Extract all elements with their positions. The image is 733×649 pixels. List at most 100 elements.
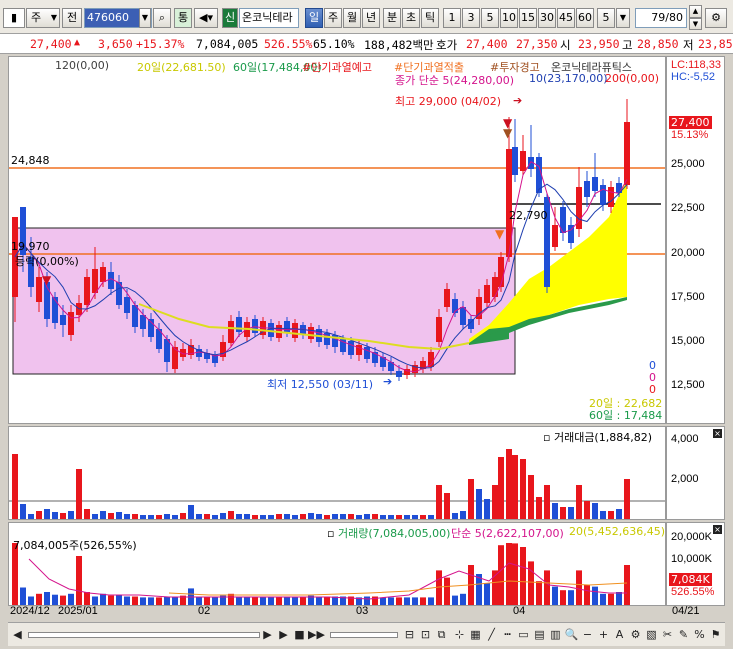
scroll-right-icon[interactable]: ▶ xyxy=(260,627,275,642)
speaker-icon[interactable]: ◀▾ xyxy=(194,8,218,28)
axis-tick: 20,000 xyxy=(671,247,705,259)
amount-bar xyxy=(372,514,378,519)
amount-bar xyxy=(348,514,354,519)
layout2-icon[interactable]: ▥ xyxy=(548,627,563,642)
plus-icon[interactable]: + xyxy=(596,627,611,642)
code-dropdown-icon[interactable]: ▼ xyxy=(139,8,151,28)
interval-custom[interactable]: 5 xyxy=(597,8,615,28)
scrollbar-track[interactable] xyxy=(28,632,260,638)
period-second[interactable]: 초 xyxy=(402,8,420,28)
interval-dropdown-icon[interactable]: ▼ xyxy=(616,8,630,28)
volume-bar xyxy=(412,597,418,605)
copy-icon[interactable]: ⧉ xyxy=(434,627,449,642)
amount-bar xyxy=(220,513,226,519)
amount-bar xyxy=(624,479,630,519)
period-month[interactable]: 월 xyxy=(343,8,361,28)
close-icon[interactable]: × xyxy=(713,525,722,534)
interval-15[interactable]: 15 xyxy=(519,8,537,28)
interval-3[interactable]: 3 xyxy=(462,8,480,28)
volume-bar xyxy=(484,583,490,605)
legend-warn1: #단기과열예고 xyxy=(302,61,372,74)
volume-panel[interactable]: ▫ 거래량(7,084,005,00) 단순 5(2,622,107,00) 2… xyxy=(8,522,666,606)
candle-body xyxy=(356,345,362,355)
volume-bar xyxy=(132,596,138,605)
high-label: 고 xyxy=(622,38,633,52)
interval-60[interactable]: 60 xyxy=(576,8,594,28)
interval-10[interactable]: 10 xyxy=(500,8,518,28)
zoom-icon[interactable]: 🔍 xyxy=(564,627,579,642)
close-icon[interactable]: × xyxy=(713,429,722,438)
candle-body xyxy=(552,225,558,247)
period-tick[interactable]: 틱 xyxy=(421,8,439,28)
amount-bar xyxy=(492,485,498,519)
scissors-icon[interactable]: ✂ xyxy=(660,627,675,642)
fast-forward-icon[interactable]: ▶▶ xyxy=(308,627,325,642)
interval-45[interactable]: 45 xyxy=(557,8,575,28)
amount-bar xyxy=(52,512,58,519)
interval-5[interactable]: 5 xyxy=(481,8,499,28)
search-icon[interactable]: ⌕ xyxy=(153,8,171,28)
amount-panel[interactable]: ▫ 거래대금(1,884,82) xyxy=(8,426,666,520)
scroll-toolbar: ◀ ▶ ▶ ■ ▶▶ ⊟ ⊡ ⧉ ⊹ ▦ ╱ ┅ ▭ ▤ ▥ 🔍 − + A ⚙… xyxy=(8,622,725,646)
volume-legend-ma20: 20(5,452,636,45) xyxy=(569,525,666,538)
count-up-icon[interactable]: ▲ xyxy=(689,5,702,18)
pattern-icon[interactable]: ▧ xyxy=(644,627,659,642)
period-week[interactable]: 주 xyxy=(324,8,342,28)
drawing-icon[interactable]: ✎ xyxy=(676,627,691,642)
window-icon[interactable]: ▭ xyxy=(516,627,531,642)
amount-bar xyxy=(452,513,458,519)
data-count-input[interactable]: 79/80 xyxy=(635,8,687,28)
play-icon[interactable]: ▶ xyxy=(276,627,291,642)
layout-icon[interactable]: ▤ xyxy=(532,627,547,642)
crosshair-icon[interactable]: ⊹ xyxy=(452,627,467,642)
amount-bar xyxy=(576,485,582,519)
amount-bar xyxy=(284,514,290,519)
amount-bar xyxy=(340,514,346,519)
percent-icon[interactable]: % xyxy=(692,627,707,642)
settings-icon[interactable]: ⚙ xyxy=(705,8,727,28)
candle-body xyxy=(624,122,630,185)
volume-bar xyxy=(536,581,542,605)
line-icon[interactable]: ╱ xyxy=(484,627,499,642)
amount-bar xyxy=(528,475,534,519)
low-note: 최저 12,550 (03/11) xyxy=(267,378,374,391)
candle-body xyxy=(236,317,242,332)
grid-icon[interactable]: ▦ xyxy=(468,627,483,642)
amount-bar xyxy=(592,503,598,519)
ma60-value: 60일 : 17,484 xyxy=(589,409,663,422)
tong-button[interactable]: 통 xyxy=(174,8,192,28)
volume-axis[interactable]: 20,000K 10,000K 7,084K 526.55% × xyxy=(666,522,725,606)
price-panel[interactable]: ▼ ▼ ▼ ▼ ➔ ➔ 120(0,00) 20일(22,681.50) 60일… xyxy=(8,56,666,424)
zoom-slider[interactable] xyxy=(330,632,398,638)
chart-type-icon[interactable]: ▮ xyxy=(3,8,25,28)
amount-axis[interactable]: 4,000 2,000 × xyxy=(666,426,725,520)
gear-icon[interactable]: ⚙ xyxy=(628,627,643,642)
prev-button[interactable]: 전 xyxy=(62,8,82,28)
volume-bar xyxy=(260,597,266,605)
ruler-icon[interactable]: ┅ xyxy=(500,627,515,642)
count-down-icon[interactable]: ▼ xyxy=(689,18,702,30)
minus-box-icon[interactable]: ⊟ xyxy=(402,627,417,642)
period-day[interactable]: 일 xyxy=(305,8,323,28)
amount-bar xyxy=(244,514,250,519)
minus-icon[interactable]: − xyxy=(580,627,595,642)
price-axis[interactable]: LC:118,33 HC:-5,52 27,400 15.13% 25,000 … xyxy=(666,56,725,424)
period-minute[interactable]: 분 xyxy=(383,8,401,28)
flag-icon[interactable]: ⚑ xyxy=(708,627,723,642)
volume-bar xyxy=(380,597,386,605)
volume-bar xyxy=(520,547,526,605)
text-tool-icon[interactable]: A xyxy=(612,627,627,642)
zoom-fit-icon[interactable]: ⊡ xyxy=(418,627,433,642)
volume-bar xyxy=(452,595,458,605)
current-volume-rate: 526.55% xyxy=(671,586,715,598)
period-year[interactable]: 년 xyxy=(362,8,380,28)
interval-1[interactable]: 1 xyxy=(443,8,461,28)
amount-bar xyxy=(156,515,162,519)
volume-bar xyxy=(576,570,582,605)
stop-icon[interactable]: ■ xyxy=(292,627,307,642)
candle-body xyxy=(436,317,442,342)
interval-30[interactable]: 30 xyxy=(538,8,556,28)
hc-value: HC:-5,52 xyxy=(671,71,716,83)
scroll-left-icon[interactable]: ◀ xyxy=(10,627,25,642)
market-select[interactable]: 주 ▼ xyxy=(26,8,60,28)
